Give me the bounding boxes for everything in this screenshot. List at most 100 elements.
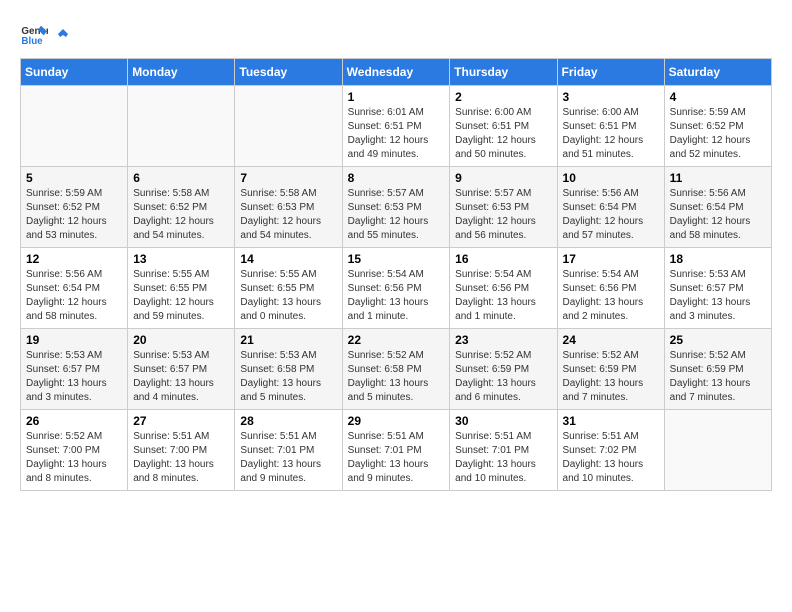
day-number: 14	[240, 252, 336, 266]
logo-bird-icon	[54, 25, 72, 43]
sunrise-text: Sunrise: 5:54 AM	[455, 268, 551, 282]
daylight-text: Daylight: 13 hours and 7 minutes.	[670, 377, 766, 405]
daylight-text: Daylight: 13 hours and 3 minutes.	[670, 296, 766, 324]
header-day-monday: Monday	[128, 59, 235, 86]
calendar-cell: 30 Sunrise: 5:51 AMSunset: 7:01 PMDayligh…	[450, 410, 557, 491]
sunset-text: Sunset: 7:01 PM	[348, 444, 445, 458]
day-info: Sunrise: 5:53 AMSunset: 6:57 PMDaylight:…	[26, 349, 122, 405]
sunset-text: Sunset: 6:54 PM	[563, 201, 659, 215]
sunset-text: Sunset: 6:59 PM	[670, 363, 766, 377]
calendar-cell: 25Sunrise: 5:52 AMSunset: 6:59 PMDayligh…	[664, 329, 771, 410]
day-number: 12	[26, 252, 122, 266]
sunrise-text: Sunrise: 5:56 AM	[26, 268, 122, 282]
daylight-text: Daylight: 13 hours and 1 minute.	[455, 296, 551, 324]
calendar-cell: 27 Sunrise: 5:51 AMSunset: 7:00 PMDayligh…	[128, 410, 235, 491]
day-info: Sunrise: 5:55 AMSunset: 6:55 PMDaylight:…	[133, 268, 229, 324]
header: General Blue	[20, 20, 772, 48]
day-info: Sunrise: 5:56 AMSunset: 6:54 PMDaylight:…	[670, 187, 766, 243]
day-info: Sunrise: 5:52 AMSunset: 6:59 PMDaylight:…	[455, 349, 551, 405]
calendar-cell: 5Sunrise: 5:59 AMSunset: 6:52 PMDaylight…	[21, 167, 128, 248]
day-info: Sunrise: 5:52 AMSunset: 6:59 PMDaylight:…	[563, 349, 659, 405]
day-number: 15	[348, 252, 445, 266]
day-number: 19	[26, 333, 122, 347]
daylight-text: Daylight: 12 hours and 55 minutes.	[348, 215, 445, 243]
daylight-text: Daylight: 13 hours and 8 minutes.	[133, 458, 229, 486]
day-number: 16	[455, 252, 551, 266]
calendar-cell: 17Sunrise: 5:54 AMSunset: 6:56 PMDayligh…	[557, 248, 664, 329]
day-number: 28	[240, 414, 336, 428]
day-number: 5	[26, 171, 122, 185]
sunset-text: Sunset: 6:55 PM	[133, 282, 229, 296]
day-info: Sunrise: 5:54 AMSunset: 6:56 PMDaylight:…	[563, 268, 659, 324]
daylight-text: Daylight: 13 hours and 10 minutes.	[455, 458, 551, 486]
daylight-text: Daylight: 12 hours and 57 minutes.	[563, 215, 659, 243]
day-number: 6	[133, 171, 229, 185]
daylight-text: Daylight: 12 hours and 51 minutes.	[563, 134, 659, 162]
sunrise-text: Sunrise: 5:56 AM	[563, 187, 659, 201]
calendar-cell: 4Sunrise: 5:59 AMSunset: 6:52 PMDaylight…	[664, 86, 771, 167]
day-number: 27	[133, 414, 229, 428]
day-number: 20	[133, 333, 229, 347]
calendar-table: SundayMondayTuesdayWednesdayThursdayFrid…	[20, 58, 772, 491]
sunset-text: Sunset: 6:56 PM	[563, 282, 659, 296]
sunset-text: Sunset: 6:54 PM	[26, 282, 122, 296]
sunrise-text: Sunrise: 6:00 AM	[563, 106, 659, 120]
daylight-text: Daylight: 13 hours and 4 minutes.	[133, 377, 229, 405]
calendar-cell: 10Sunrise: 5:56 AMSunset: 6:54 PMDayligh…	[557, 167, 664, 248]
day-number: 13	[133, 252, 229, 266]
daylight-text: Daylight: 13 hours and 5 minutes.	[348, 377, 445, 405]
sunrise-text: Sunrise: 5:58 AM	[133, 187, 229, 201]
sunrise-text: Sunrise: 5:51 AM	[455, 430, 551, 444]
day-number: 30	[455, 414, 551, 428]
day-info: Sunrise: 6:00 AMSunset: 6:51 PMDaylight:…	[563, 106, 659, 162]
day-info: Sunrise: 5:55 AMSunset: 6:55 PMDaylight:…	[240, 268, 336, 324]
sunset-text: Sunset: 7:00 PM	[133, 444, 229, 458]
calendar-cell: 18Sunrise: 5:53 AMSunset: 6:57 PMDayligh…	[664, 248, 771, 329]
calendar-cell: 7Sunrise: 5:58 AMSunset: 6:53 PMDaylight…	[235, 167, 342, 248]
sunset-text: Sunset: 6:53 PM	[348, 201, 445, 215]
week-row-2: 12 Sunrise: 5:56 AMSunset: 6:54 PM Dayligh…	[21, 248, 772, 329]
sunset-text: Sunset: 6:59 PM	[563, 363, 659, 377]
sunrise-text: Sunrise: 5:51 AM	[563, 430, 659, 444]
sunrise-text: Sunrise: 5:51 AM	[133, 430, 229, 444]
week-row-3: 19 Sunrise: 5:53 AMSunset: 6:57 PMDayligh…	[21, 329, 772, 410]
day-number: 11	[670, 171, 766, 185]
calendar-cell: 14 Sunrise: 5:55 AMSunset: 6:55 PMDayligh…	[235, 248, 342, 329]
calendar-cell: 21Sunrise: 5:53 AMSunset: 6:58 PMDayligh…	[235, 329, 342, 410]
sunrise-text: Sunrise: 5:54 AM	[563, 268, 659, 282]
week-row-0: 1Sunrise: 6:01 AMSunset: 6:51 PMDaylight…	[21, 86, 772, 167]
sunrise-text: Sunrise: 5:59 AM	[26, 187, 122, 201]
day-info: Sunrise: 5:51 AMSunset: 7:01 PMDaylight:…	[348, 430, 445, 486]
sunrise-text: Sunrise: 5:53 AM	[670, 268, 766, 282]
daylight-text: Daylight: 13 hours and 3 minutes.	[26, 377, 122, 405]
daylight-text: Daylight: 13 hours and 9 minutes.	[348, 458, 445, 486]
calendar-cell	[235, 86, 342, 167]
sunset-text: Sunset: 7:01 PM	[455, 444, 551, 458]
sunset-text: Sunset: 7:02 PM	[563, 444, 659, 458]
calendar-cell: 12Sunrise: 5:56 AMSunset: 6:54 PMDayligh…	[21, 248, 128, 329]
sunset-text: Sunset: 6:56 PM	[348, 282, 445, 296]
daylight-text: Daylight: 12 hours and 58 minutes.	[670, 215, 766, 243]
header-row: SundayMondayTuesdayWednesdayThursdayFrid…	[21, 59, 772, 86]
sunrise-text: Sunrise: 5:54 AM	[348, 268, 445, 282]
sunset-text: Sunset: 6:55 PM	[240, 282, 336, 296]
week-row-4: 26Sunrise: 5:52 AMSunset: 7:00 PMDayligh…	[21, 410, 772, 491]
header-day-friday: Friday	[557, 59, 664, 86]
sunrise-text: Sunrise: 5:52 AM	[455, 349, 551, 363]
calendar-cell: 24Sunrise: 5:52 AMSunset: 6:59 PMDayligh…	[557, 329, 664, 410]
day-info: Sunrise: 5:53 AMSunset: 6:57 PMDaylight:…	[133, 349, 229, 405]
sunset-text: Sunset: 6:52 PM	[670, 120, 766, 134]
logo: General Blue	[20, 20, 72, 48]
calendar-cell	[128, 86, 235, 167]
sunrise-text: Sunrise: 5:52 AM	[670, 349, 766, 363]
calendar-cell: 19 Sunrise: 5:53 AMSunset: 6:57 PMDayligh…	[21, 329, 128, 410]
calendar-cell: 22Sunrise: 5:52 AMSunset: 6:58 PMDayligh…	[342, 329, 450, 410]
day-info: Sunrise: 5:57 AMSunset: 6:53 PMDaylight:…	[348, 187, 445, 243]
day-info: Sunrise: 5:52 AMSunset: 7:00 PMDaylight:…	[26, 430, 122, 486]
sunset-text: Sunset: 7:00 PM	[26, 444, 122, 458]
calendar-cell	[664, 410, 771, 491]
sunset-text: Sunset: 6:54 PM	[670, 201, 766, 215]
calendar-cell: 31Sunrise: 5:51 AMSunset: 7:02 PMDayligh…	[557, 410, 664, 491]
daylight-text: Daylight: 12 hours and 49 minutes.	[348, 134, 445, 162]
calendar-cell: 1Sunrise: 6:01 AMSunset: 6:51 PMDaylight…	[342, 86, 450, 167]
